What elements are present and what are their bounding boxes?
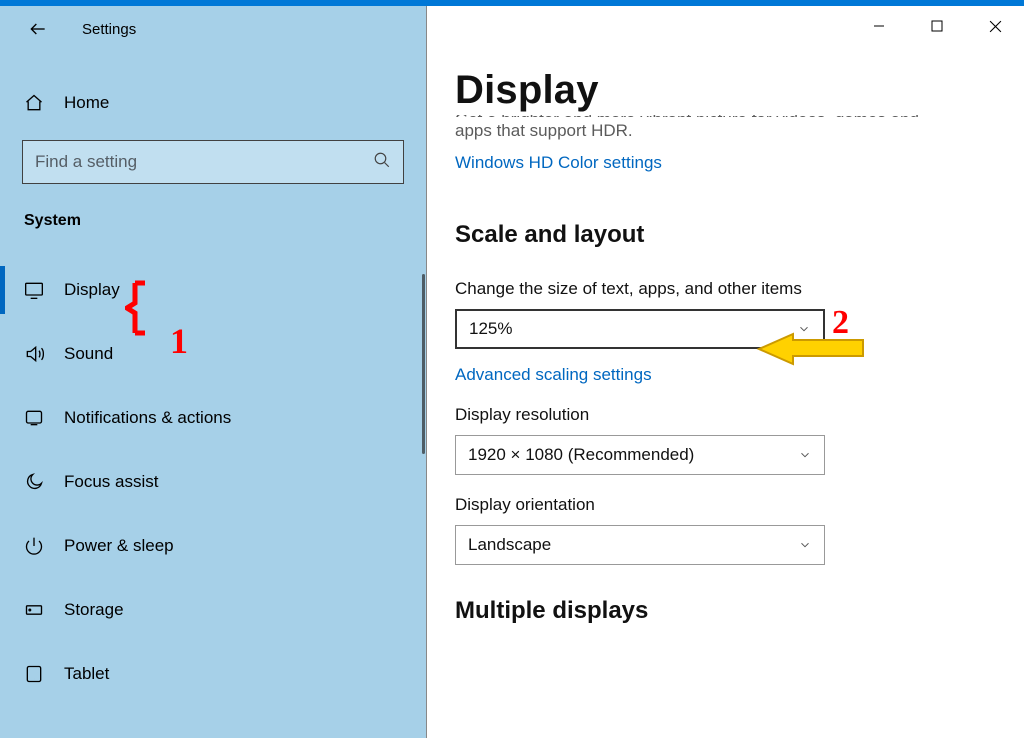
sidebar-nav: Display Sound Notifications & actions Fo… — [0, 258, 426, 706]
scale-combo[interactable]: 125% — [455, 309, 825, 349]
window-close-button[interactable] — [966, 6, 1024, 46]
search-field[interactable] — [22, 140, 404, 184]
power-icon — [24, 536, 44, 556]
sidebar: Settings Home System Display — [0, 6, 427, 738]
sidebar-header: Settings — [0, 6, 426, 52]
sidebar-item-label: Notifications & actions — [64, 408, 231, 428]
hdr-blurb: apps that support HDR. — [455, 121, 996, 141]
home-label: Home — [64, 93, 109, 113]
scale-label: Change the size of text, apps, and other… — [455, 279, 996, 299]
close-icon — [989, 20, 1002, 33]
minimize-icon — [873, 20, 885, 32]
sidebar-item-display[interactable]: Display — [0, 258, 426, 322]
main-content: Display Get a brighter and more vibrant … — [427, 6, 1024, 738]
sidebar-item-label: Focus assist — [64, 472, 158, 492]
window-minimize-button[interactable] — [850, 6, 908, 46]
back-arrow-icon — [28, 19, 48, 39]
sidebar-item-focus-assist[interactable]: Focus assist — [0, 450, 426, 514]
chevron-down-icon — [798, 537, 812, 557]
sidebar-item-power-sleep[interactable]: Power & sleep — [0, 514, 426, 578]
sidebar-category: System — [0, 212, 426, 230]
sidebar-item-label: Power & sleep — [64, 536, 174, 556]
orientation-combo[interactable]: Landscape — [455, 525, 825, 565]
window-maximize-button[interactable] — [908, 6, 966, 46]
scale-value: 125% — [469, 319, 512, 339]
settings-window: Settings Home System Display — [0, 6, 1024, 738]
notifications-icon — [24, 408, 44, 428]
search-input[interactable] — [35, 152, 373, 172]
sidebar-item-tablet[interactable]: Tablet — [0, 642, 426, 706]
sidebar-item-sound[interactable]: Sound — [0, 322, 426, 386]
orientation-value: Landscape — [468, 535, 551, 555]
resolution-combo[interactable]: 1920 × 1080 (Recommended) — [455, 435, 825, 475]
window-controls — [850, 6, 1024, 46]
sidebar-item-home[interactable]: Home — [0, 80, 426, 126]
section-scale-layout: Scale and layout — [455, 221, 996, 249]
sound-icon — [24, 344, 44, 364]
advanced-scaling-link[interactable]: Advanced scaling settings — [455, 365, 652, 385]
sidebar-item-label: Storage — [64, 600, 124, 620]
search-container — [0, 140, 426, 184]
hdr-settings-link[interactable]: Windows HD Color settings — [455, 153, 662, 173]
home-icon — [24, 93, 44, 113]
chevron-down-icon — [798, 447, 812, 467]
tablet-icon — [24, 664, 44, 684]
search-icon — [373, 151, 391, 174]
display-icon — [24, 280, 44, 300]
moon-icon — [24, 472, 44, 492]
chevron-down-icon — [797, 321, 811, 341]
resolution-value: 1920 × 1080 (Recommended) — [468, 445, 694, 465]
sidebar-item-label: Tablet — [64, 664, 109, 684]
sidebar-scrollbar[interactable] — [422, 274, 425, 454]
maximize-icon — [931, 20, 943, 32]
sidebar-item-storage[interactable]: Storage — [0, 578, 426, 642]
sidebar-item-notifications[interactable]: Notifications & actions — [0, 386, 426, 450]
app-title: Settings — [82, 21, 136, 38]
back-button[interactable] — [18, 9, 58, 49]
storage-icon — [24, 600, 44, 620]
sidebar-item-label: Sound — [64, 344, 113, 364]
page-title: Display — [455, 68, 996, 113]
orientation-label: Display orientation — [455, 495, 996, 515]
resolution-label: Display resolution — [455, 405, 996, 425]
sidebar-item-label: Display — [64, 280, 120, 300]
section-multiple-displays: Multiple displays — [455, 597, 996, 625]
